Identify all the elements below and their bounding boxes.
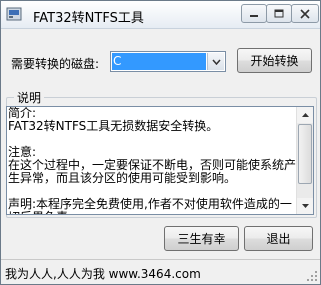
minimize-button[interactable] bbox=[241, 4, 267, 23]
app-window: FAT32转NTFS工具 需要转换的磁盘: C 开始转换 说明 简介: FAT3… bbox=[0, 0, 321, 285]
resize-grip-icon[interactable] bbox=[306, 270, 318, 282]
chevron-down-icon bbox=[211, 59, 221, 65]
description-text: 简介: FAT32转NTFS工具无损数据安全转换。 注意: 在这个过程中，一定要… bbox=[8, 107, 296, 214]
description-group-title: 说明 bbox=[14, 89, 45, 106]
vertical-scrollbar[interactable] bbox=[296, 107, 313, 214]
dropdown-button[interactable] bbox=[207, 53, 224, 70]
maximize-button[interactable] bbox=[266, 4, 292, 23]
status-text: 我为人人,人人为我 www.3464.com bbox=[5, 267, 201, 281]
close-icon bbox=[300, 8, 310, 19]
arrow-down-icon bbox=[301, 204, 309, 208]
close-button[interactable] bbox=[291, 4, 319, 23]
scroll-thumb[interactable] bbox=[298, 124, 312, 184]
description-textarea[interactable]: 简介: FAT32转NTFS工具无损数据安全转换。 注意: 在这个过程中，一定要… bbox=[6, 106, 314, 215]
drive-label: 需要转换的磁盘: bbox=[11, 57, 100, 71]
title-bar[interactable]: FAT32转NTFS工具 bbox=[1, 1, 320, 29]
start-convert-button[interactable]: 开始转换 bbox=[237, 48, 312, 73]
minimize-icon bbox=[250, 14, 258, 17]
app-icon bbox=[6, 7, 22, 21]
drive-select[interactable]: C bbox=[110, 51, 226, 72]
window-title: FAT32转NTFS工具 bbox=[33, 11, 144, 26]
scroll-down-button[interactable] bbox=[297, 198, 313, 214]
drive-selected-value: C bbox=[112, 53, 206, 70]
sanshen-button[interactable]: 三生有幸 bbox=[164, 226, 239, 251]
exit-button[interactable]: 退出 bbox=[244, 226, 313, 251]
scroll-up-button[interactable] bbox=[297, 107, 313, 123]
maximize-icon bbox=[274, 9, 284, 17]
arrow-up-icon bbox=[301, 113, 309, 117]
status-bar: 我为人人,人人为我 www.3464.com bbox=[1, 259, 320, 284]
